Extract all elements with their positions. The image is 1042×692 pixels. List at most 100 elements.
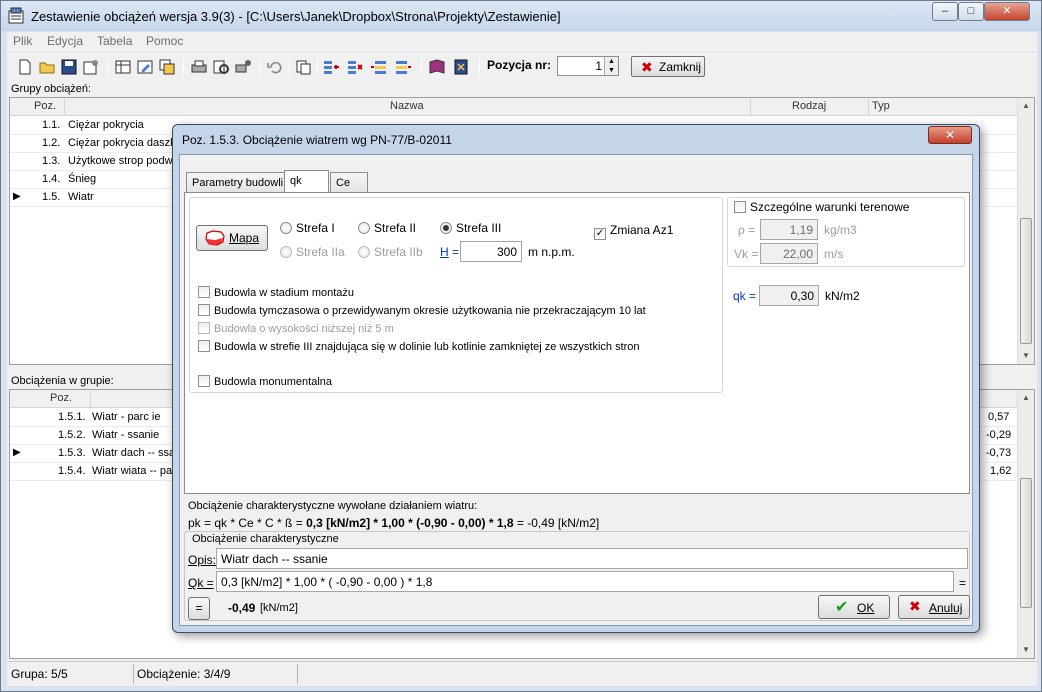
radio-strefa-i[interactable]: Strefa I bbox=[280, 221, 335, 235]
height-eq: = bbox=[452, 245, 460, 259]
book-icon[interactable] bbox=[427, 57, 447, 77]
print-preview-icon[interactable] bbox=[211, 57, 231, 77]
formula-result: = -0,49 [kN/m2] bbox=[516, 516, 600, 530]
formula-line: pk = qk * Ce * C * ß = 0,3 [kN/m2] * 1,0… bbox=[188, 516, 599, 530]
groups-scrollbar[interactable]: ▲ ▼ bbox=[1017, 98, 1034, 364]
height-unit: m n.p.m. bbox=[528, 245, 575, 259]
insert-row-icon[interactable] bbox=[321, 57, 341, 77]
status-load: Obciążenie: 3/4/9 bbox=[137, 667, 231, 681]
radio-strefa-iii[interactable]: Strefa III bbox=[440, 221, 501, 235]
help-icon[interactable] bbox=[451, 57, 471, 77]
poland-map-icon bbox=[205, 230, 225, 246]
col-header-rodzaj[interactable]: Rodzaj bbox=[792, 100, 826, 112]
position-spinner[interactable]: 1 ▲ ▼ bbox=[557, 56, 619, 76]
loads-scrollbar[interactable]: ▲ ▼ bbox=[1017, 390, 1034, 658]
dialog-close-button[interactable]: ✕ bbox=[928, 126, 972, 144]
special-terrain-groupbox: Szczególne warunki terenowe ρ = 1,19 kg/… bbox=[727, 197, 965, 267]
cancel-button[interactable]: ✖ Anuluj bbox=[898, 595, 970, 619]
menu-bar: Plik Edycja Tabela Pomoc bbox=[7, 32, 1037, 52]
vk-input[interactable]: 22,00 bbox=[760, 243, 818, 264]
opis-input[interactable]: Wiatr dach -- ssanie bbox=[216, 548, 968, 569]
app-icon bbox=[8, 7, 24, 24]
checkbox-wysokosc-nizsza[interactable]: Budowla o wysokości niższej niż 5 m bbox=[198, 322, 394, 335]
close-x-icon: ✖ bbox=[641, 59, 653, 75]
checkbox-budowla-monumentalna[interactable]: Budowla monumentalna bbox=[198, 375, 332, 388]
tab-qk[interactable]: qk bbox=[284, 170, 329, 193]
rho-input[interactable]: 1,19 bbox=[760, 219, 818, 240]
checkbox-zmiana-az1[interactable]: ✓ Zmiana Az1 bbox=[594, 223, 673, 240]
status-group: Grupa: 5/5 bbox=[11, 667, 68, 681]
qk-formula-eq: = bbox=[959, 576, 967, 590]
menu-plik[interactable]: Plik bbox=[13, 34, 32, 48]
scroll-down-icon[interactable]: ▼ bbox=[1018, 642, 1034, 658]
maximize-button[interactable]: □ bbox=[958, 2, 984, 21]
print-icon[interactable] bbox=[189, 57, 209, 77]
scroll-thumb[interactable] bbox=[1020, 478, 1032, 608]
radio-strefa-ii[interactable]: Strefa II bbox=[358, 221, 416, 235]
ok-button[interactable]: ✔ OK bbox=[818, 595, 890, 619]
copy-table-icon[interactable] bbox=[157, 57, 177, 77]
calculate-button[interactable]: = bbox=[188, 597, 210, 620]
map-button-label: Mapa bbox=[229, 231, 260, 245]
menu-pomoc[interactable]: Pomoc bbox=[146, 34, 183, 48]
height-label: H bbox=[440, 245, 449, 259]
scroll-thumb[interactable] bbox=[1020, 218, 1032, 344]
table-icon[interactable] bbox=[113, 57, 133, 77]
tab-parametry-budowli[interactable]: Parametry budowli bbox=[186, 172, 290, 192]
properties-icon[interactable] bbox=[81, 57, 101, 77]
radio-strefa-iia[interactable]: Strefa IIa bbox=[280, 245, 345, 259]
menu-edycja[interactable]: Edycja bbox=[47, 34, 83, 48]
map-button[interactable]: Mapa bbox=[196, 225, 268, 251]
rho-unit: kg/m3 bbox=[824, 223, 857, 237]
result-value: -0,49 bbox=[228, 601, 256, 615]
cancel-button-label: Anuluj bbox=[929, 601, 963, 615]
opis-label: Opis: bbox=[188, 553, 217, 567]
close-button-label: Zamknij bbox=[659, 60, 702, 74]
current-row-indicator: ▶ bbox=[13, 191, 21, 202]
wind-load-dialog: Poz. 1.5.3. Obciążenie wiatrem wg PN-77/… bbox=[172, 124, 980, 633]
current-row-indicator: ▶ bbox=[13, 447, 21, 458]
tab-ce[interactable]: Ce bbox=[330, 172, 368, 192]
loads-label: Obciążenia w grupie: bbox=[11, 375, 114, 387]
close-button[interactable]: ✖ Zamknij bbox=[631, 56, 705, 77]
checkbox-budowla-tymczasowa[interactable]: Budowla tymczasowa o przewidywanym okres… bbox=[198, 304, 646, 317]
checkbox-szczegolne-warunki[interactable]: Szczególne warunki terenowe bbox=[734, 200, 909, 214]
delete-row-icon[interactable] bbox=[345, 57, 365, 77]
undo-icon[interactable] bbox=[265, 57, 285, 77]
move-row-up-icon[interactable] bbox=[369, 57, 389, 77]
zone-groupbox: Mapa Strefa I Strefa II Strefa III Stref… bbox=[189, 197, 723, 393]
new-file-icon[interactable] bbox=[15, 57, 35, 77]
edit-table-icon[interactable] bbox=[135, 57, 155, 77]
title-bar[interactable]: Zestawienie obciążeń wersja 3.9(3) - [C:… bbox=[1, 1, 1041, 31]
checkbox-stadium-montazu[interactable]: Budowla w stadium montażu bbox=[198, 286, 354, 299]
col-header-poz[interactable]: Poz. bbox=[34, 100, 56, 112]
col-header-nazwa[interactable]: Nazwa bbox=[390, 100, 424, 112]
scroll-up-icon[interactable]: ▲ bbox=[1018, 98, 1034, 114]
qk-formula-input[interactable]: 0,3 [kN/m2] * 1,00 * ( -0,90 - 0,00 ) * … bbox=[216, 571, 954, 592]
menu-tabela[interactable]: Tabela bbox=[97, 34, 132, 48]
paste-icon[interactable] bbox=[293, 57, 313, 77]
height-input[interactable]: 300 bbox=[460, 241, 522, 262]
col-header-typ[interactable]: Typ bbox=[872, 100, 890, 112]
move-row-down-icon[interactable] bbox=[393, 57, 413, 77]
qk-value-field: 0,30 bbox=[759, 285, 819, 306]
spinner-arrows-icon[interactable]: ▲ ▼ bbox=[604, 57, 618, 75]
minimize-button[interactable]: – bbox=[932, 2, 958, 21]
checkbox-strefa-iii-dolina[interactable]: Budowla w strefie III znajdująca się w d… bbox=[198, 340, 640, 353]
window-title: Zestawienie obciążeń wersja 3.9(3) - [C:… bbox=[31, 9, 561, 24]
scroll-up-icon[interactable]: ▲ bbox=[1018, 390, 1034, 406]
formula-prefix: pk = qk * Ce * C * ß = bbox=[188, 516, 303, 530]
radio-strefa-iib[interactable]: Strefa IIb bbox=[358, 245, 423, 259]
qk-label: qk = bbox=[733, 289, 757, 303]
rho-label: ρ = bbox=[738, 223, 756, 237]
vk-unit: m/s bbox=[824, 247, 844, 261]
col-header-poz[interactable]: Poz. bbox=[50, 392, 72, 404]
open-folder-icon[interactable] bbox=[37, 57, 57, 77]
toolbar: Pozycja nr: 1 ▲ ▼ ✖ Zamknij bbox=[7, 53, 1037, 81]
position-value: 1 bbox=[595, 59, 602, 73]
save-icon[interactable] bbox=[59, 57, 79, 77]
close-window-button[interactable]: ✕ bbox=[984, 2, 1030, 21]
scroll-down-icon[interactable]: ▼ bbox=[1018, 348, 1034, 364]
print-settings-icon[interactable] bbox=[233, 57, 253, 77]
tab-panel-qk: Mapa Strefa I Strefa II Strefa III Stref… bbox=[184, 192, 970, 494]
